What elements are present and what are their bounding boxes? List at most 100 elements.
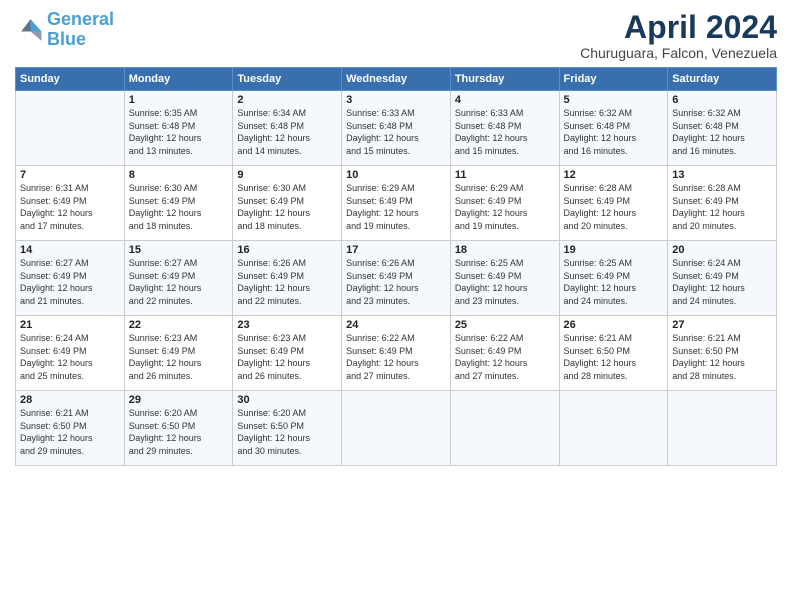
week-row-2: 7Sunrise: 6:31 AM Sunset: 6:49 PM Daylig… — [16, 166, 777, 241]
day-info: Sunrise: 6:28 AM Sunset: 6:49 PM Dayligh… — [564, 182, 664, 232]
day-number: 8 — [129, 169, 229, 181]
day-info: Sunrise: 6:30 AM Sunset: 6:49 PM Dayligh… — [129, 182, 229, 232]
day-number: 13 — [672, 169, 772, 181]
calendar-cell — [16, 91, 125, 166]
day-number: 4 — [455, 94, 555, 106]
calendar-cell: 24Sunrise: 6:22 AM Sunset: 6:49 PM Dayli… — [342, 316, 451, 391]
month-title: April 2024 — [580, 10, 777, 45]
day-number: 17 — [346, 244, 446, 256]
day-info: Sunrise: 6:23 AM Sunset: 6:49 PM Dayligh… — [129, 332, 229, 382]
day-info: Sunrise: 6:28 AM Sunset: 6:49 PM Dayligh… — [672, 182, 772, 232]
day-number: 1 — [129, 94, 229, 106]
logo-blue: Blue — [47, 29, 86, 49]
day-info: Sunrise: 6:20 AM Sunset: 6:50 PM Dayligh… — [237, 407, 337, 457]
col-header-sunday: Sunday — [16, 68, 125, 91]
day-number: 20 — [672, 244, 772, 256]
day-info: Sunrise: 6:35 AM Sunset: 6:48 PM Dayligh… — [129, 107, 229, 157]
calendar-cell: 12Sunrise: 6:28 AM Sunset: 6:49 PM Dayli… — [559, 166, 668, 241]
calendar-cell: 2Sunrise: 6:34 AM Sunset: 6:48 PM Daylig… — [233, 91, 342, 166]
calendar-cell: 5Sunrise: 6:32 AM Sunset: 6:48 PM Daylig… — [559, 91, 668, 166]
logo: General Blue — [15, 10, 114, 50]
day-info: Sunrise: 6:31 AM Sunset: 6:49 PM Dayligh… — [20, 182, 120, 232]
calendar-cell: 13Sunrise: 6:28 AM Sunset: 6:49 PM Dayli… — [668, 166, 777, 241]
col-header-wednesday: Wednesday — [342, 68, 451, 91]
day-info: Sunrise: 6:33 AM Sunset: 6:48 PM Dayligh… — [346, 107, 446, 157]
calendar-cell: 10Sunrise: 6:29 AM Sunset: 6:49 PM Dayli… — [342, 166, 451, 241]
day-number: 16 — [237, 244, 337, 256]
week-row-1: 1Sunrise: 6:35 AM Sunset: 6:48 PM Daylig… — [16, 91, 777, 166]
calendar-cell: 15Sunrise: 6:27 AM Sunset: 6:49 PM Dayli… — [124, 241, 233, 316]
calendar-cell — [559, 391, 668, 466]
calendar-cell: 11Sunrise: 6:29 AM Sunset: 6:49 PM Dayli… — [450, 166, 559, 241]
day-info: Sunrise: 6:25 AM Sunset: 6:49 PM Dayligh… — [455, 257, 555, 307]
day-number: 23 — [237, 319, 337, 331]
col-header-monday: Monday — [124, 68, 233, 91]
calendar-cell: 30Sunrise: 6:20 AM Sunset: 6:50 PM Dayli… — [233, 391, 342, 466]
day-info: Sunrise: 6:24 AM Sunset: 6:49 PM Dayligh… — [672, 257, 772, 307]
calendar-cell: 3Sunrise: 6:33 AM Sunset: 6:48 PM Daylig… — [342, 91, 451, 166]
day-info: Sunrise: 6:21 AM Sunset: 6:50 PM Dayligh… — [672, 332, 772, 382]
day-info: Sunrise: 6:25 AM Sunset: 6:49 PM Dayligh… — [564, 257, 664, 307]
day-info: Sunrise: 6:32 AM Sunset: 6:48 PM Dayligh… — [564, 107, 664, 157]
week-row-4: 21Sunrise: 6:24 AM Sunset: 6:49 PM Dayli… — [16, 316, 777, 391]
calendar-cell: 23Sunrise: 6:23 AM Sunset: 6:49 PM Dayli… — [233, 316, 342, 391]
logo-icon — [15, 16, 43, 44]
calendar-cell: 20Sunrise: 6:24 AM Sunset: 6:49 PM Dayli… — [668, 241, 777, 316]
day-info: Sunrise: 6:32 AM Sunset: 6:48 PM Dayligh… — [672, 107, 772, 157]
title-block: April 2024 Churuguara, Falcon, Venezuela — [580, 10, 777, 61]
calendar-cell: 4Sunrise: 6:33 AM Sunset: 6:48 PM Daylig… — [450, 91, 559, 166]
page: General Blue April 2024 Churuguara, Falc… — [0, 0, 792, 612]
day-number: 2 — [237, 94, 337, 106]
header-row: SundayMondayTuesdayWednesdayThursdayFrid… — [16, 68, 777, 91]
day-info: Sunrise: 6:22 AM Sunset: 6:49 PM Dayligh… — [346, 332, 446, 382]
day-info: Sunrise: 6:27 AM Sunset: 6:49 PM Dayligh… — [20, 257, 120, 307]
calendar-cell: 7Sunrise: 6:31 AM Sunset: 6:49 PM Daylig… — [16, 166, 125, 241]
week-row-5: 28Sunrise: 6:21 AM Sunset: 6:50 PM Dayli… — [16, 391, 777, 466]
calendar-cell: 22Sunrise: 6:23 AM Sunset: 6:49 PM Dayli… — [124, 316, 233, 391]
location: Churuguara, Falcon, Venezuela — [580, 45, 777, 61]
day-info: Sunrise: 6:21 AM Sunset: 6:50 PM Dayligh… — [20, 407, 120, 457]
day-info: Sunrise: 6:21 AM Sunset: 6:50 PM Dayligh… — [564, 332, 664, 382]
calendar-cell — [342, 391, 451, 466]
calendar-cell — [450, 391, 559, 466]
calendar-table: SundayMondayTuesdayWednesdayThursdayFrid… — [15, 67, 777, 466]
calendar-cell: 25Sunrise: 6:22 AM Sunset: 6:49 PM Dayli… — [450, 316, 559, 391]
day-info: Sunrise: 6:29 AM Sunset: 6:49 PM Dayligh… — [346, 182, 446, 232]
day-number: 18 — [455, 244, 555, 256]
day-number: 10 — [346, 169, 446, 181]
day-number: 27 — [672, 319, 772, 331]
day-number: 26 — [564, 319, 664, 331]
day-number: 9 — [237, 169, 337, 181]
day-info: Sunrise: 6:20 AM Sunset: 6:50 PM Dayligh… — [129, 407, 229, 457]
logo-text: General Blue — [47, 10, 114, 50]
calendar-cell: 16Sunrise: 6:26 AM Sunset: 6:49 PM Dayli… — [233, 241, 342, 316]
day-info: Sunrise: 6:22 AM Sunset: 6:49 PM Dayligh… — [455, 332, 555, 382]
day-number: 3 — [346, 94, 446, 106]
day-info: Sunrise: 6:27 AM Sunset: 6:49 PM Dayligh… — [129, 257, 229, 307]
day-number: 6 — [672, 94, 772, 106]
col-header-tuesday: Tuesday — [233, 68, 342, 91]
logo-general: General — [47, 9, 114, 29]
day-number: 7 — [20, 169, 120, 181]
calendar-cell: 21Sunrise: 6:24 AM Sunset: 6:49 PM Dayli… — [16, 316, 125, 391]
col-header-saturday: Saturday — [668, 68, 777, 91]
calendar-cell — [668, 391, 777, 466]
day-number: 21 — [20, 319, 120, 331]
calendar-cell: 29Sunrise: 6:20 AM Sunset: 6:50 PM Dayli… — [124, 391, 233, 466]
calendar-cell: 1Sunrise: 6:35 AM Sunset: 6:48 PM Daylig… — [124, 91, 233, 166]
day-number: 19 — [564, 244, 664, 256]
calendar-cell: 18Sunrise: 6:25 AM Sunset: 6:49 PM Dayli… — [450, 241, 559, 316]
day-info: Sunrise: 6:24 AM Sunset: 6:49 PM Dayligh… — [20, 332, 120, 382]
day-info: Sunrise: 6:33 AM Sunset: 6:48 PM Dayligh… — [455, 107, 555, 157]
day-info: Sunrise: 6:23 AM Sunset: 6:49 PM Dayligh… — [237, 332, 337, 382]
day-number: 29 — [129, 394, 229, 406]
week-row-3: 14Sunrise: 6:27 AM Sunset: 6:49 PM Dayli… — [16, 241, 777, 316]
day-number: 30 — [237, 394, 337, 406]
header: General Blue April 2024 Churuguara, Falc… — [15, 10, 777, 61]
col-header-friday: Friday — [559, 68, 668, 91]
day-number: 14 — [20, 244, 120, 256]
day-number: 5 — [564, 94, 664, 106]
day-number: 12 — [564, 169, 664, 181]
day-info: Sunrise: 6:26 AM Sunset: 6:49 PM Dayligh… — [237, 257, 337, 307]
day-info: Sunrise: 6:26 AM Sunset: 6:49 PM Dayligh… — [346, 257, 446, 307]
